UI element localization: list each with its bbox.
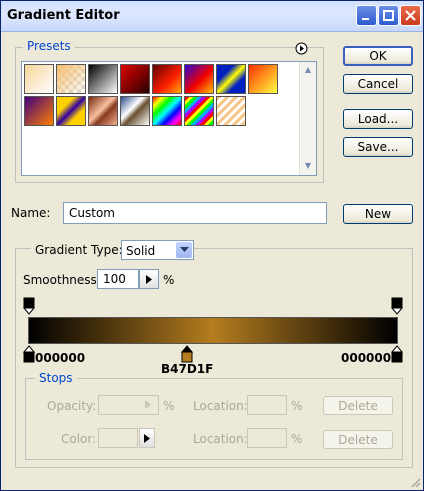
color-stop-center[interactable] [181, 345, 193, 363]
scroll-up-arrow[interactable]: ▲ [300, 62, 316, 78]
preset-swatch[interactable] [216, 64, 246, 94]
circle-arrow-icon[interactable] [295, 42, 308, 55]
preset-swatch[interactable] [88, 96, 118, 126]
name-field[interactable]: Custom [63, 202, 327, 224]
smoothness-unit: % [163, 273, 175, 287]
triangle-right-icon [145, 400, 151, 409]
presets-label: Presets [23, 39, 75, 53]
triangle-right-icon [146, 274, 152, 284]
delete-opacity-stop-button[interactable]: Delete [323, 396, 393, 415]
gradient-preview-bar[interactable] [28, 317, 398, 344]
presets-grid: ▲ ▼ [21, 61, 317, 176]
opacity-label: Opacity: [47, 399, 97, 413]
center-stop-hex: B47D1F [161, 362, 214, 376]
right-stop-hex: 000000 [341, 351, 392, 365]
color-stop-right[interactable] [391, 345, 403, 363]
left-stop-hex: 000000 [35, 351, 86, 365]
scroll-down-arrow[interactable]: ▼ [300, 158, 316, 174]
cancel-button[interactable]: Cancel [343, 74, 413, 94]
color-swatch-box[interactable] [98, 428, 138, 448]
maximize-button[interactable] [378, 5, 399, 26]
preset-swatch[interactable] [152, 64, 182, 94]
preset-swatch[interactable] [120, 64, 150, 94]
preset-swatch[interactable] [216, 96, 246, 126]
color-location-unit: % [291, 432, 303, 446]
color-label: Color: [61, 432, 97, 446]
ok-button[interactable]: OK [343, 46, 413, 66]
delete-color-stop-button[interactable]: Delete [323, 430, 393, 449]
opacity-location-input[interactable] [247, 395, 287, 415]
preset-swatch[interactable] [152, 96, 182, 126]
preset-swatch[interactable] [56, 64, 86, 94]
preset-swatch[interactable] [248, 64, 278, 94]
smoothness-input[interactable]: 100 [97, 269, 139, 289]
triangle-right-icon [144, 433, 150, 443]
preset-swatch[interactable] [88, 64, 118, 94]
save-button[interactable]: Save... [343, 137, 413, 157]
opacity-stop-right[interactable] [391, 297, 403, 315]
color-menu-button[interactable] [139, 428, 155, 448]
stops-label: Stops [35, 371, 77, 385]
gradient-editor-window: Gradient Editor Presets ▲ ▼ OK Cancel Lo… [0, 0, 424, 491]
preset-swatch[interactable] [24, 96, 54, 126]
minimize-icon [362, 18, 369, 20]
color-stop-left[interactable] [23, 345, 35, 363]
gradient-type-select[interactable]: Solid [121, 240, 194, 260]
preset-swatch[interactable] [120, 96, 150, 126]
preset-swatch[interactable] [56, 96, 86, 126]
color-location-label: Location: [193, 432, 248, 446]
opacity-location-unit: % [291, 399, 303, 413]
gradient-type-value: Solid [126, 244, 156, 258]
preset-swatch[interactable] [184, 64, 214, 94]
preset-swatch[interactable] [24, 64, 54, 94]
smoothness-slider-button[interactable] [139, 269, 159, 289]
smoothness-label: Smoothness: [23, 273, 101, 287]
window-title: Gradient Editor [7, 8, 120, 23]
name-label: Name: [11, 206, 51, 220]
maximize-icon [383, 10, 394, 21]
resize-grip-icon[interactable] [409, 476, 421, 488]
opacity-location-label: Location: [193, 399, 248, 413]
chevron-down-icon[interactable] [176, 242, 192, 258]
opacity-stop-left[interactable] [23, 297, 35, 315]
load-button[interactable]: Load... [343, 109, 413, 129]
color-location-input[interactable] [247, 428, 287, 448]
title-bar: Gradient Editor [1, 1, 423, 32]
gradient-type-label: Gradient Type: [31, 243, 127, 257]
opacity-unit: % [163, 399, 175, 413]
presets-scrollbar[interactable]: ▲ ▼ [299, 62, 316, 175]
preset-swatch[interactable] [184, 96, 214, 126]
minimize-button[interactable] [356, 5, 377, 26]
close-button[interactable] [400, 5, 421, 26]
new-button[interactable]: New [343, 204, 413, 224]
close-icon [405, 10, 416, 21]
